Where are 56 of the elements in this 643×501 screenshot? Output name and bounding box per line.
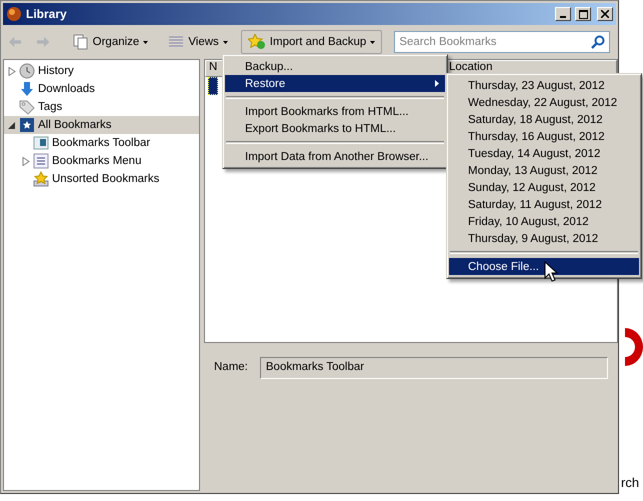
organize-button[interactable]: Organize (66, 30, 156, 54)
window-title: Library (26, 7, 68, 21)
menu-item[interactable]: Thursday, 23 August, 2012 (449, 77, 639, 94)
menu-item[interactable]: Restore (225, 75, 445, 92)
menu-item[interactable]: Import Bookmarks from HTML... (225, 103, 445, 120)
star-tray-icon (33, 171, 49, 187)
tag-icon (19, 99, 35, 115)
tree-item[interactable]: Unsorted Bookmarks (4, 170, 199, 188)
pages-icon (72, 34, 89, 50)
menu-item[interactable]: Saturday, 18 August, 2012 (449, 111, 639, 128)
globe-icon (6, 6, 22, 22)
caret-icon (370, 40, 376, 44)
tree-item[interactable]: History (4, 62, 199, 80)
menu-item[interactable]: Export Bookmarks to HTML... (225, 120, 445, 137)
clock-icon (19, 63, 35, 79)
menu-item[interactable]: Monday, 13 August, 2012 (449, 162, 639, 179)
search-button-text[interactable]: rch (621, 475, 640, 490)
menu-item[interactable]: Friday, 10 August, 2012 (449, 213, 639, 230)
list-icon (33, 153, 49, 169)
star-refresh-icon (248, 34, 266, 50)
expand-triangle-icon[interactable] (22, 156, 30, 166)
menu-item[interactable]: Choose File... (449, 258, 639, 275)
caret-icon (222, 40, 228, 44)
tree-item[interactable]: Tags (4, 98, 199, 116)
selected-row[interactable] (208, 77, 218, 95)
toolbar-icon (33, 135, 49, 151)
maximize-icon (578, 10, 588, 18)
name-label: Name: (214, 361, 248, 373)
menu-item[interactable]: Import Data from Another Browser... (225, 148, 445, 165)
download-arrow-icon (19, 81, 35, 97)
caret-icon (143, 40, 148, 44)
list-icon (168, 35, 184, 49)
menu-item[interactable]: Sunday, 12 August, 2012 (449, 179, 639, 196)
search-field[interactable]: Search Bookmarks (394, 31, 610, 53)
close-button[interactable] (597, 7, 613, 21)
tree-item[interactable]: Bookmarks Toolbar (4, 134, 199, 152)
menu-item[interactable]: Saturday, 11 August, 2012 (449, 196, 639, 213)
tree-item[interactable]: All Bookmarks (4, 116, 199, 134)
menu-item[interactable]: Thursday, 9 August, 2012 (449, 230, 639, 247)
name-field[interactable]: Bookmarks Toolbar (260, 357, 608, 379)
menu-item[interactable]: Wednesday, 22 August, 2012 (449, 94, 639, 111)
menu-item[interactable]: Tuesday, 14 August, 2012 (449, 145, 639, 162)
search-icon (591, 35, 605, 49)
tree-item[interactable]: Bookmarks Menu (4, 152, 199, 170)
expand-triangle-icon[interactable] (8, 66, 16, 76)
close-icon (601, 10, 609, 18)
minimize-button[interactable] (555, 7, 571, 21)
maximize-button[interactable] (575, 7, 591, 21)
views-button[interactable]: Views (161, 30, 235, 54)
mouse-pointer-icon (544, 261, 558, 283)
submenu-arrow-icon (435, 80, 439, 87)
tree-item[interactable]: Downloads (4, 80, 199, 98)
menu-item[interactable]: Thursday, 16 August, 2012 (449, 128, 639, 145)
import-and-backup-button[interactable]: Import and Backup (240, 30, 382, 54)
collapse-triangle-icon[interactable] (8, 120, 16, 130)
menu-item[interactable]: Backup... (225, 58, 445, 75)
